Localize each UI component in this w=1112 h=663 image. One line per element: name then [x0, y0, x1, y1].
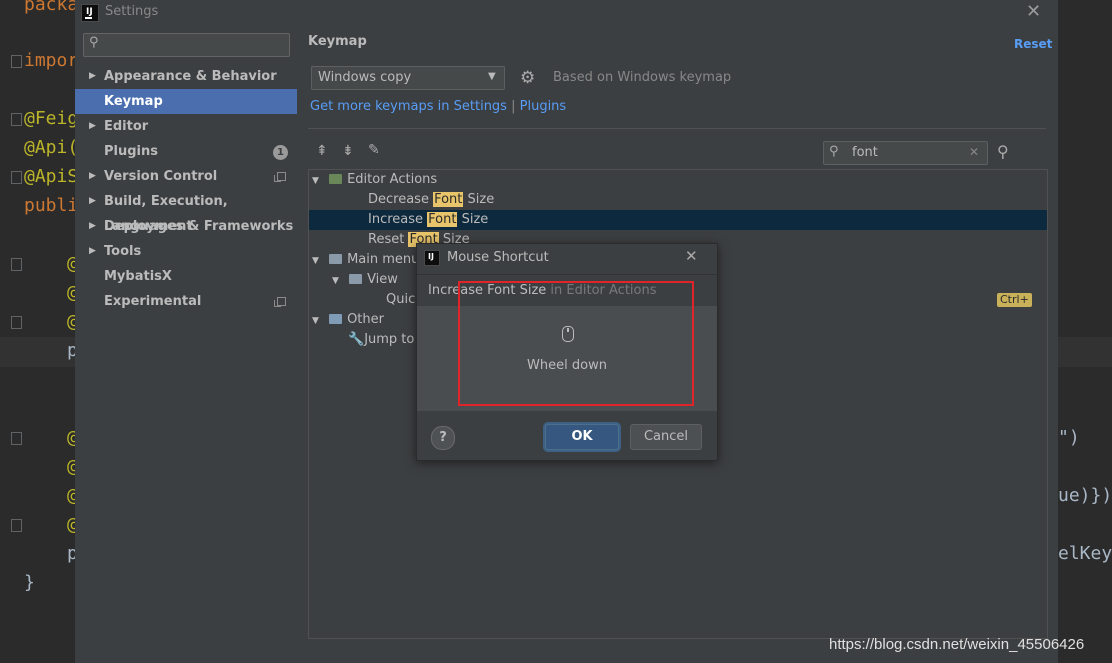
search-icon: ⚲: [829, 144, 839, 159]
code-line: @ApiS: [24, 166, 79, 187]
sidebar-item-editor[interactable]: ▶ Editor: [75, 114, 297, 139]
folder-icon: [349, 274, 363, 284]
action-filter-input[interactable]: ⚲ font ✕: [823, 141, 988, 165]
code-line: ue)}): [1058, 485, 1112, 506]
reset-link[interactable]: Reset: [1014, 37, 1052, 51]
settings-sidebar: ⚲ ▶ Appearance & Behavior Keymap ▶ Edito…: [75, 24, 297, 663]
gear-icon[interactable]: ⚙: [520, 68, 535, 88]
expand-arrow-icon: ▶: [89, 171, 96, 181]
expand-all-icon[interactable]: ⇞: [316, 143, 328, 159]
collapse-all-icon[interactable]: ⇟: [342, 143, 354, 159]
get-more-keymaps-link[interactable]: Get more keymaps in Settings: [310, 99, 507, 114]
watermark: https://blog.csdn.net/weixin_45506426: [829, 636, 1085, 653]
fold-marker-icon[interactable]: [11, 519, 22, 532]
shortcut-badge: Ctrl+: [997, 293, 1032, 307]
fold-marker-icon[interactable]: [11, 316, 22, 329]
update-count-badge: 1: [273, 145, 288, 160]
annotation-highlight-box: [458, 281, 694, 406]
tree-node-editor-actions[interactable]: ▼ Editor Actions: [312, 170, 437, 190]
sidebar-item-version-control[interactable]: ▶ Version Control: [75, 164, 297, 189]
expand-arrow-icon: ▼: [312, 256, 319, 266]
ok-button[interactable]: OK: [545, 424, 619, 450]
expand-arrow-icon: ▼: [312, 176, 319, 186]
expand-arrow-icon: ▶: [89, 246, 96, 256]
edit-pencil-icon[interactable]: ✎: [368, 142, 380, 158]
expand-arrow-icon: ▶: [89, 196, 96, 206]
sidebar-item-tools[interactable]: ▶ Tools: [75, 239, 297, 264]
code-line: @Api(: [24, 137, 79, 158]
intellij-logo-icon: IJ: [424, 250, 440, 266]
sidebar-item-experimental[interactable]: Experimental: [75, 289, 297, 314]
sidebar-item-appearance-behavior[interactable]: ▶ Appearance & Behavior: [75, 64, 297, 89]
fold-marker-icon[interactable]: [11, 171, 22, 184]
search-icon: ⚲: [89, 35, 99, 50]
fold-marker-icon[interactable]: [11, 258, 22, 271]
find-by-shortcut-icon[interactable]: ⚲: [997, 142, 1009, 161]
settings-search-input[interactable]: ⚲: [83, 33, 290, 57]
sidebar-item-keymap[interactable]: Keymap: [75, 89, 297, 114]
based-on-label: Based on Windows keymap: [553, 70, 732, 85]
tree-node-jump-to[interactable]: 🔧Jump to: [348, 330, 414, 350]
keymap-select[interactable]: Windows copy ▼: [311, 66, 505, 90]
project-settings-icon: [274, 297, 286, 307]
fold-marker-icon[interactable]: [11, 113, 22, 126]
expand-arrow-icon: ▶: [89, 121, 96, 131]
folder-icon: [329, 254, 343, 264]
code-line: }: [24, 572, 35, 593]
more-keymaps-links: Get more keymaps in Settings | Plugins: [310, 99, 567, 114]
code-line: @Feig: [24, 108, 79, 129]
fold-marker-icon[interactable]: [11, 432, 22, 445]
editor-actions-icon: [329, 174, 343, 184]
other-group-icon: [329, 314, 343, 324]
tree-node-decrease-font-size[interactable]: Decrease Font Size: [368, 190, 494, 210]
window-title: Settings: [105, 4, 159, 19]
sidebar-item-mybatisx[interactable]: MybatisX: [75, 264, 297, 289]
settings-titlebar: IJ Settings ✕: [75, 0, 1058, 24]
intellij-logo-icon: IJ: [81, 4, 99, 22]
sidebar-item-languages-frameworks[interactable]: ▶ Languages & Frameworks: [75, 214, 297, 239]
tree-node-view[interactable]: ▼ View: [332, 270, 398, 290]
code-line: publi: [24, 195, 79, 216]
code-line: packa: [24, 0, 79, 15]
plugins-link[interactable]: Plugins: [520, 99, 567, 114]
code-line: "): [1058, 427, 1080, 448]
dialog-title: Mouse Shortcut: [447, 250, 549, 265]
code-line: impor: [24, 50, 79, 71]
clear-icon[interactable]: ✕: [969, 145, 979, 159]
cancel-button[interactable]: Cancel: [630, 424, 702, 450]
close-icon[interactable]: ✕: [685, 247, 698, 265]
tree-node-increase-font-size[interactable]: Increase Font Size: [368, 210, 488, 230]
sidebar-item-plugins[interactable]: Plugins 1: [75, 139, 297, 164]
expand-arrow-icon: ▼: [312, 316, 319, 326]
sidebar-item-build-execution-deployment[interactable]: ▶ Build, Execution, Deployment: [75, 189, 297, 234]
page-title: Keymap: [308, 34, 367, 49]
tree-node-other[interactable]: ▼ Other: [312, 310, 384, 330]
tree-node-main-menu[interactable]: ▼ Main menu: [312, 250, 419, 270]
expand-arrow-icon: ▶: [89, 71, 96, 81]
project-settings-icon: [274, 172, 286, 182]
fold-marker-icon[interactable]: [11, 55, 22, 68]
expand-arrow-icon: ▶: [89, 221, 96, 231]
wrench-icon: 🔧: [348, 332, 365, 347]
help-button[interactable]: ?: [431, 426, 455, 450]
code-line: elKey: [1058, 543, 1112, 564]
separator: [308, 128, 1046, 129]
close-icon[interactable]: ✕: [1026, 1, 1041, 22]
chevron-down-icon: ▼: [488, 71, 496, 82]
expand-arrow-icon: ▼: [332, 276, 339, 286]
